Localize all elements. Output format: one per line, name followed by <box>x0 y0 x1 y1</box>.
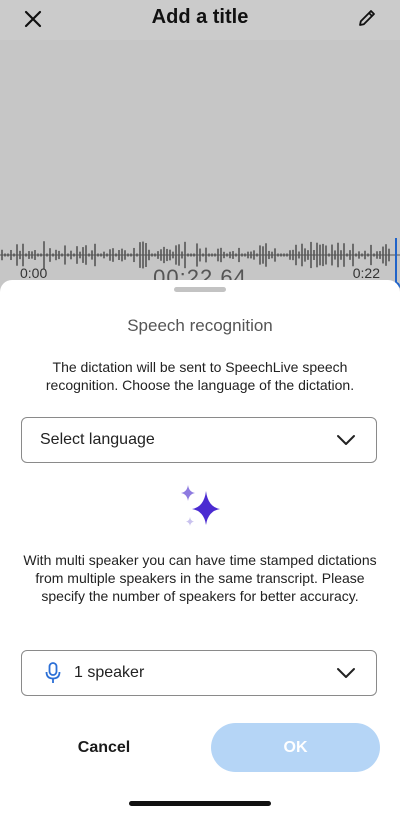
cancel-button[interactable]: Cancel <box>40 724 168 772</box>
language-select[interactable]: Select language <box>21 417 377 463</box>
time-end-label: 0:22 <box>352 265 380 281</box>
language-select-value: Select language <box>40 431 155 448</box>
sheet-title: Speech recognition <box>127 316 273 335</box>
speaker-count-select[interactable]: 1 speaker <box>21 650 377 696</box>
chevron-down-icon <box>337 435 355 445</box>
chevron-down-icon <box>337 668 355 678</box>
pencil-icon[interactable] <box>356 7 378 29</box>
home-indicator <box>129 801 271 806</box>
speaker-count-value: 1 speaker <box>74 664 145 681</box>
speech-recognition-sheet: Speech recognition The dictation will be… <box>0 280 400 814</box>
sparkle-icon <box>181 485 220 526</box>
sheet-grabber[interactable] <box>174 287 226 292</box>
microphone-icon <box>45 662 61 683</box>
recorder-area <box>0 40 400 300</box>
top-bar: Add a title <box>0 0 400 40</box>
page-title[interactable]: Add a title <box>0 6 400 29</box>
ok-button[interactable]: OK <box>211 723 380 772</box>
multi-speaker-description: With multi speaker you can have time sta… <box>23 552 377 604</box>
sheet-description: The dictation will be sent to SpeechLive… <box>45 359 355 393</box>
